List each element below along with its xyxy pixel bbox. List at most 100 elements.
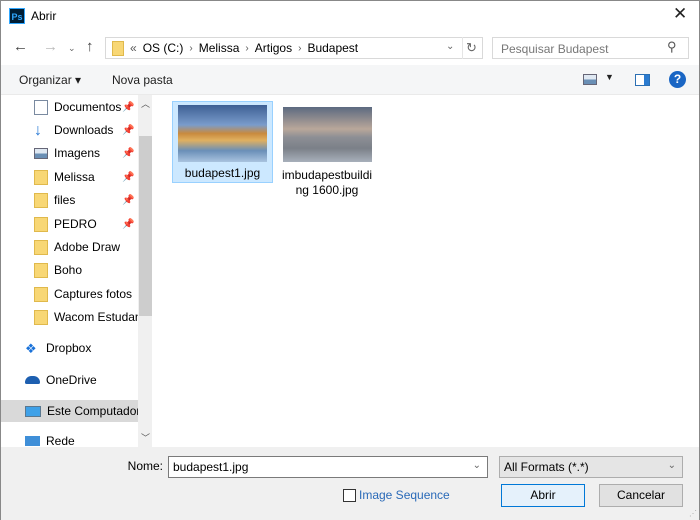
chevron-right-icon[interactable]: › [298, 43, 301, 54]
nav-label: Dropbox [46, 341, 92, 355]
nav-item-files[interactable]: files 📌 [1, 189, 138, 211]
open-file-dialog: Ps Abrir ✕ ← → ⌄ ↑ « OS (C:) › Melissa › A… [0, 0, 700, 520]
title-bar: Ps Abrir ✕ [1, 1, 699, 33]
scroll-up-icon[interactable]: ︿ [141, 97, 150, 110]
file-name-line2: ng 1600.jpg [295, 183, 359, 197]
nav-label: OneDrive [46, 373, 97, 387]
nav-label: Imagens [54, 146, 101, 160]
pin-icon[interactable]: 📌 [122, 219, 134, 230]
nav-item-dropbox[interactable]: ❖ Dropbox [1, 337, 138, 359]
document-icon [34, 99, 48, 115]
scroll-down-icon[interactable]: ﹀ [141, 431, 150, 444]
name-label: Nome: [127, 459, 163, 473]
forward-arrow-icon[interactable]: → [43, 38, 58, 55]
download-icon: ↓ [34, 121, 42, 139]
nav-label: Documentos [54, 100, 122, 114]
nav-item-boho[interactable]: Boho [1, 259, 138, 281]
cancel-button[interactable]: Cancelar [599, 484, 683, 507]
breadcrumb-artigos[interactable]: Artigos [255, 41, 292, 55]
new-folder-button[interactable]: Nova pasta [112, 73, 173, 87]
open-button[interactable]: Abrir [501, 484, 585, 507]
pin-icon[interactable]: 📌 [122, 172, 134, 183]
pictures-icon [34, 147, 48, 159]
dropbox-icon: ❖ [25, 340, 37, 356]
nav-label: Captures fotos [54, 287, 133, 301]
folder-icon [34, 216, 48, 232]
folder-icon [34, 286, 48, 302]
scrollbar-thumb[interactable] [139, 136, 152, 316]
back-arrow-icon[interactable]: ← [13, 38, 28, 55]
nav-item-pedro[interactable]: PEDRO 📌 [1, 213, 138, 235]
nav-label: Rede [46, 434, 75, 447]
view-options-icon[interactable] [583, 74, 597, 85]
onedrive-icon [25, 376, 40, 384]
image-sequence-checkbox[interactable] [343, 489, 356, 502]
preview-pane-icon[interactable] [635, 74, 650, 86]
nav-item-captures-fotos[interactable]: Captures fotos [1, 283, 138, 305]
folder-icon [34, 262, 48, 278]
image-sequence-label[interactable]: Image Sequence [359, 488, 450, 502]
folder-icon [112, 40, 124, 56]
view-dropdown-icon[interactable]: ▼ [605, 72, 614, 82]
chevron-down-icon[interactable]: ⌄ [473, 460, 481, 471]
chevron-right-icon[interactable]: › [245, 43, 248, 54]
file-name-input[interactable]: budapest1.jpg ⌄ [168, 456, 488, 478]
nav-label: files [54, 193, 76, 207]
navigation-pane: Documentos 📌 ↓ Downloads 📌 Imagens 📌 Melissa… [1, 95, 138, 447]
chevron-down-icon[interactable]: ⌄ [668, 460, 676, 471]
nav-item-adobe-draw[interactable]: Adobe Draw [1, 236, 138, 258]
file-name: budapest1.jpg [184, 166, 261, 180]
file-type-select[interactable]: All Formats (*.*) ⌄ [499, 456, 683, 478]
search-icon[interactable]: ⚲ [667, 39, 677, 55]
address-dropdown-icon[interactable]: ⌄ [446, 41, 454, 52]
dialog-title: Abrir [31, 9, 57, 23]
nav-item-downloads[interactable]: ↓ Downloads 📌 [1, 119, 138, 141]
help-icon[interactable]: ? [669, 71, 686, 88]
nav-label: Wacom Estudan [54, 310, 138, 324]
nav-label: PEDRO [54, 217, 97, 231]
nav-label: Downloads [54, 123, 114, 137]
file-name-value: budapest1.jpg [173, 460, 249, 474]
file-list: budapest1.jpg imbudapestbuildi ng 1600.j… [153, 95, 699, 447]
close-icon[interactable]: ✕ [673, 4, 687, 24]
breadcrumb-melissa[interactable]: Melissa [199, 41, 240, 55]
refresh-icon[interactable]: ↻ [466, 40, 477, 56]
computer-icon [25, 405, 41, 417]
folder-icon [34, 309, 48, 325]
chevron-right-icon[interactable]: › [189, 43, 192, 54]
nav-item-documentos[interactable]: Documentos 📌 [1, 96, 138, 118]
image-thumbnail [282, 107, 372, 162]
divider [462, 37, 463, 59]
up-arrow-icon[interactable]: ↑ [86, 38, 94, 55]
nav-label: Este Computador [47, 404, 138, 418]
folder-icon [34, 239, 48, 255]
file-item-imbudapestbuilding[interactable]: imbudapestbuildi ng 1600.jpg [277, 107, 377, 198]
pin-icon[interactable]: 📌 [122, 102, 134, 113]
nav-item-imagens[interactable]: Imagens 📌 [1, 142, 138, 164]
address-bar[interactable]: « OS (C:) › Melissa › Artigos › Budapest ⌄ … [105, 37, 483, 59]
breadcrumb-os[interactable]: OS (C:) [143, 41, 184, 55]
nav-label: Boho [54, 263, 83, 277]
resize-grip-icon[interactable]: ⋰ [689, 509, 697, 518]
nav-item-wacom[interactable]: Wacom Estudan [1, 306, 138, 328]
nav-item-melissa[interactable]: Melissa 📌 [1, 166, 138, 188]
photoshop-app-icon: Ps [9, 8, 25, 24]
nav-label: Melissa [54, 170, 95, 184]
nav-item-rede[interactable]: Rede [1, 430, 138, 447]
breadcrumb-overflow[interactable]: « [130, 41, 137, 55]
nav-item-este-computador[interactable]: Este Computador [1, 400, 138, 422]
pin-icon[interactable]: 📌 [122, 148, 134, 159]
folder-icon [34, 169, 48, 185]
nav-label: Adobe Draw [54, 240, 121, 254]
file-name-line1: imbudapestbuildi [281, 168, 373, 182]
search-input[interactable]: Pesquisar Budapest [492, 37, 689, 59]
file-type-value: All Formats (*.*) [504, 460, 589, 474]
file-item-budapest1[interactable]: budapest1.jpg [172, 101, 273, 183]
organize-menu[interactable]: Organizar ▾ [19, 73, 81, 87]
breadcrumb-budapest[interactable]: Budapest [307, 41, 358, 55]
folder-icon [34, 192, 48, 208]
pin-icon[interactable]: 📌 [122, 195, 134, 206]
pin-icon[interactable]: 📌 [122, 125, 134, 136]
recent-locations-chevron-icon[interactable]: ⌄ [68, 43, 76, 54]
nav-item-onedrive[interactable]: OneDrive [1, 369, 138, 391]
